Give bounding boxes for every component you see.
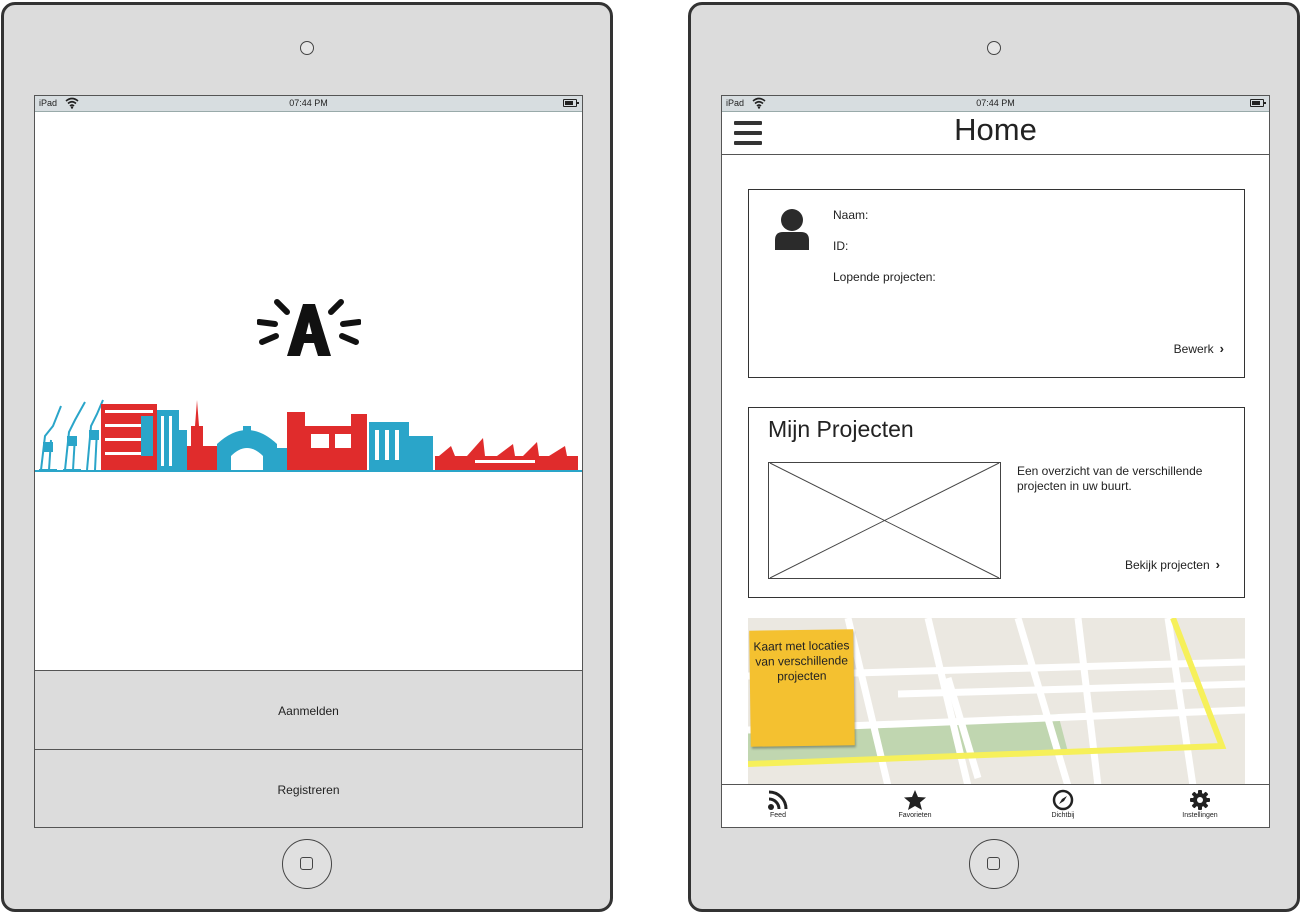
projects-card-title: Mijn Projecten	[768, 416, 914, 442]
nav-header: Home	[722, 112, 1269, 155]
edit-profile-link-label: Bewerk	[1173, 341, 1214, 356]
battery-icon	[563, 99, 579, 107]
register-button[interactable]: Registreren	[35, 749, 582, 827]
tab-nearby-label: Dichtbij	[1051, 812, 1075, 819]
tab-settings[interactable]: Instellingen	[1160, 789, 1240, 819]
profile-id-label: ID:	[833, 239, 849, 253]
image-placeholder	[768, 462, 1001, 579]
tab-feed[interactable]: Feed	[738, 789, 818, 819]
rss-icon	[768, 790, 788, 810]
home-hardware-button[interactable]	[282, 839, 332, 889]
compass-icon	[1052, 789, 1074, 811]
view-projects-link[interactable]: Bekijk projecten ›	[1125, 557, 1220, 572]
battery-icon	[1250, 99, 1266, 107]
map-view[interactable]: Kaart met locaties van verschillende pro…	[748, 618, 1245, 786]
home-hardware-button[interactable]	[969, 839, 1019, 889]
star-icon	[904, 790, 926, 810]
gear-icon	[1190, 790, 1210, 810]
chevron-right-icon: ›	[1215, 557, 1220, 572]
tab-bar: Feed Favorieten Dichtbij Instellingen	[722, 784, 1269, 827]
page-title: Home	[954, 112, 1037, 147]
chevron-right-icon: ›	[1219, 341, 1224, 356]
profile-projects-label: Lopende projecten:	[833, 270, 936, 284]
tablet-login: iPad 07:44 PM Aanmelden Registreren	[1, 2, 613, 912]
projects-card: Mijn Projecten Een overzicht van de vers…	[748, 407, 1245, 598]
view-projects-link-label: Bekijk projecten	[1124, 557, 1210, 572]
home-screen: iPad 07:44 PM Home Naam: ID: Lopende pro…	[721, 95, 1270, 828]
profile-name-label: Naam:	[833, 208, 869, 222]
user-avatar-icon	[775, 209, 809, 250]
status-time: 07:44 PM	[976, 98, 1015, 108]
antwerp-logo	[257, 299, 361, 356]
edit-profile-link[interactable]: Bewerk ›	[1174, 341, 1224, 356]
status-bar: iPad 07:44 PM	[35, 96, 582, 112]
login-button[interactable]: Aanmelden	[35, 670, 582, 750]
projects-description: Een overzicht van de verschillende proje…	[1017, 464, 1203, 493]
tab-settings-label: Instellingen	[1182, 812, 1218, 819]
camera	[300, 41, 314, 55]
tab-favorites-label: Favorieten	[898, 812, 932, 819]
camera	[987, 41, 1001, 55]
login-screen: iPad 07:44 PM Aanmelden Registreren	[34, 95, 583, 828]
status-bar: iPad 07:44 PM	[722, 96, 1269, 112]
profile-card: Naam: ID: Lopende projecten: Bewerk ›	[748, 189, 1245, 378]
tablet-home: iPad 07:44 PM Home Naam: ID: Lopende pro…	[688, 2, 1300, 912]
city-skyline-illustration	[35, 399, 582, 472]
map-sticky-note: Kaart met locaties van verschillende pro…	[749, 629, 855, 747]
tab-nearby[interactable]: Dichtbij	[1023, 789, 1103, 819]
tab-favorites[interactable]: Favorieten	[875, 789, 955, 819]
status-time: 07:44 PM	[289, 98, 328, 108]
tab-feed-label: Feed	[770, 812, 786, 819]
